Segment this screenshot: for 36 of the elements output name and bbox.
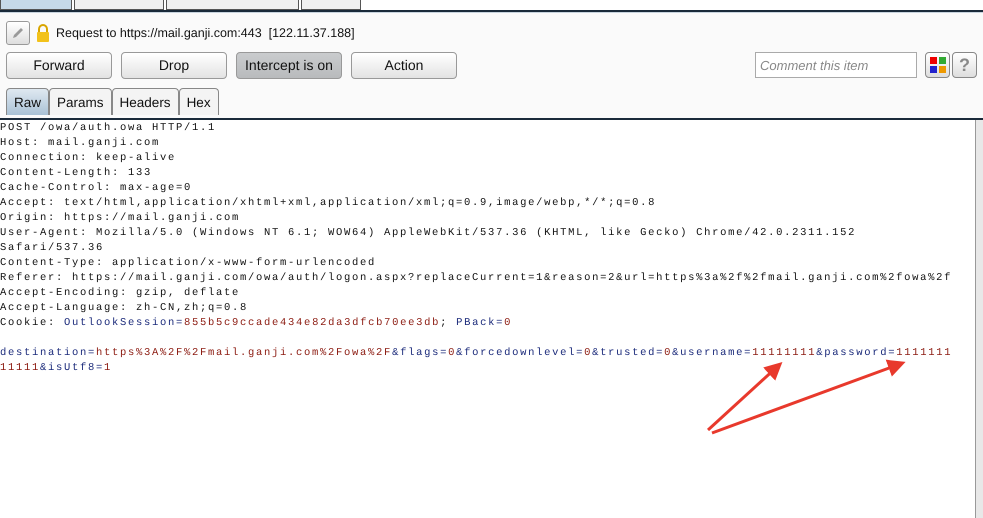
tab[interactable]: Params xyxy=(49,88,112,115)
request-line: Connection: keep-alive xyxy=(0,151,178,166)
request-line: Cache-Control: max-age=0 xyxy=(0,181,194,196)
tab[interactable] xyxy=(301,0,361,10)
intercept-toggle[interactable]: Intercept is on xyxy=(236,52,342,78)
tab[interactable]: Hex xyxy=(178,88,219,115)
action-button[interactable]: Drop xyxy=(121,52,227,78)
tab[interactable] xyxy=(74,0,164,10)
tab[interactable]: Headers xyxy=(112,88,179,115)
request-line: User-Agent: Mozilla/5.0 (Windows NT 6.1; WOW64) AppleWebKit/537.36 (KHTML, like Gecko) Chrome/42.0.2311.152 xyxy=(0,226,858,241)
request-line: Origin: https://mail.ganji.com xyxy=(0,211,242,226)
request-line: Content-Length: 133 xyxy=(0,166,154,181)
color-grid-icon xyxy=(930,57,946,73)
tab[interactable]: Raw xyxy=(6,88,50,115)
action-button[interactable]: Action xyxy=(351,52,457,78)
request-line: Cookie: OutlookSession=855b5c9ccade434e82da3dfcb70ee3db; PBack=0 xyxy=(0,316,514,331)
request-info: Request to https://mail.ganji.com:443 [122.11.37.188] xyxy=(56,26,355,40)
request-line: Referer: https://mail.ganji.com/owa/auth/logon.aspx?replaceCurrent=1&reason=2&url=https%3a%2f%2fmail.ganji.com%2fowa%2f xyxy=(0,271,954,286)
highlight-button[interactable] xyxy=(925,52,950,78)
request-line: Safari/537.36 xyxy=(0,241,106,256)
request-line: Accept-Language: zh-CN,zh;q=0.8 xyxy=(0,301,250,316)
scrollbar[interactable] xyxy=(975,120,983,518)
request-line: Content-Type: application/x-www-form-urlencoded xyxy=(0,256,378,271)
request-line: destination=https%3A%2F%2Fmail.ganji.com%2Fowa%2F&flags=0&forcedownlevel=0&trusted=0&username=11111111&password=1111111 xyxy=(0,346,954,361)
edit-button[interactable] xyxy=(6,21,30,45)
comment-field[interactable]: Comment this item xyxy=(755,52,917,78)
request-line: 11111&isUtf8=1 xyxy=(0,361,114,376)
request-line: POST /owa/auth.owa HTTP/1.1 xyxy=(0,121,218,136)
pencil-icon xyxy=(11,26,25,40)
tab[interactable] xyxy=(0,0,72,10)
request-line: Accept: text/html,application/xhtml+xml,application/xml;q=0.9,image/webp,*/*;q=0.8 xyxy=(0,196,658,211)
request-line: Accept-Encoding: gzip, deflate xyxy=(0,286,242,301)
padlock-icon xyxy=(36,24,50,42)
request-line: Host: mail.ganji.com xyxy=(0,136,162,151)
action-button[interactable]: Forward xyxy=(6,52,112,78)
tab[interactable] xyxy=(166,0,299,10)
